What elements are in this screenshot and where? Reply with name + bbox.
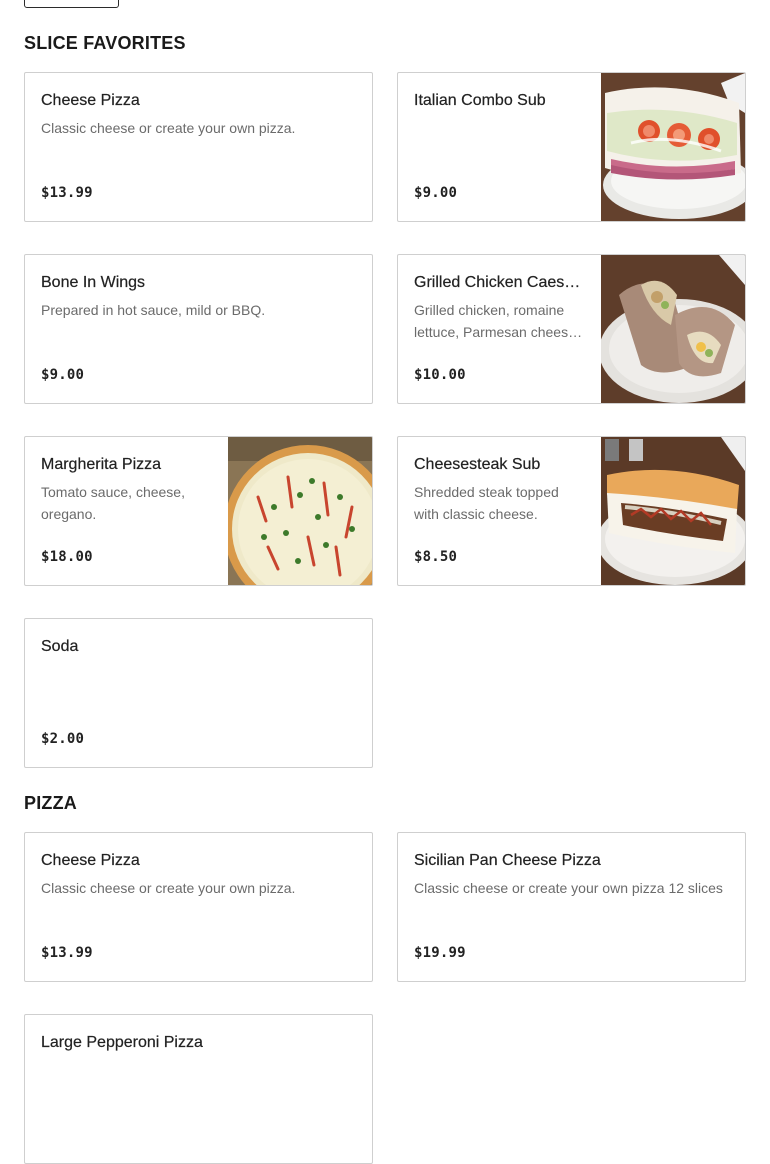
menu-item-description: Classic cheese or create your own pizza.	[41, 880, 296, 896]
menu-item-price: $13.99	[41, 185, 93, 201]
menu-item-description: Shredded steak topped with classic chees…	[414, 484, 559, 522]
margherita-pizza-photo	[228, 437, 372, 585]
menu-item-price: $2.00	[41, 731, 85, 747]
menu-item-card[interactable]: Cheesesteak Sub Shredded steak topped wi…	[397, 436, 746, 586]
menu-item-card[interactable]: Bone In Wings Prepared in hot sauce, mil…	[24, 254, 373, 404]
menu-item-description: Tomato sauce, cheese, oregano.	[41, 484, 185, 522]
menu-item-name: Cheesesteak Sub	[414, 456, 541, 473]
menu-item-card[interactable]: Grilled Chicken Caesar Wrap Grilled chic…	[397, 254, 746, 404]
menu-item-price: $8.50	[414, 549, 458, 565]
menu-item-name: Margherita Pizza	[41, 456, 162, 473]
menu-item-name: Sicilian Pan Cheese Pizza	[414, 852, 601, 869]
section-title-slice-favorites: SLICE FAVORITES	[24, 33, 186, 53]
menu-item-description: Grilled chicken, romaine lettuce, Parmes…	[414, 302, 580, 340]
menu-item-price: $18.00	[41, 549, 93, 565]
menu-item-name: Cheese Pizza	[41, 92, 140, 109]
top-tab-button[interactable]	[24, 0, 119, 8]
menu-item-price: $9.00	[414, 185, 458, 201]
menu-item-price: $19.99	[414, 945, 466, 961]
menu-item-name: Italian Combo Sub	[414, 92, 546, 109]
menu-item-name: Grilled Chicken Caesar Wrap	[414, 274, 585, 291]
menu-item-card[interactable]: Large Pepperoni Pizza	[24, 1014, 373, 1164]
italian-combo-sub-photo	[601, 73, 745, 221]
pizza-grid: Cheese Pizza Classic cheese or create yo…	[24, 832, 746, 1164]
menu-item-name: Bone In Wings	[41, 274, 146, 291]
menu-item-card[interactable]: Sicilian Pan Cheese Pizza Classic cheese…	[397, 832, 746, 982]
menu-item-card[interactable]: Soda $2.00	[24, 618, 373, 768]
slice-favorites-grid: Cheese Pizza Classic cheese or create yo…	[24, 72, 746, 768]
menu-item-card[interactable]: Cheese Pizza Classic cheese or create yo…	[24, 832, 373, 982]
menu-item-price: $13.99	[41, 945, 93, 961]
menu-item-name: Soda	[41, 638, 79, 655]
menu-item-description: Classic cheese or create your own pizza.	[41, 120, 296, 136]
menu-item-price: $10.00	[414, 367, 466, 383]
menu-item-name: Large Pepperoni Pizza	[41, 1034, 203, 1051]
menu-item-price: $9.00	[41, 367, 85, 383]
section-title-pizza: PIZZA	[24, 793, 77, 813]
menu-item-card[interactable]: Margherita Pizza Tomato sauce, cheese, o…	[24, 436, 373, 586]
menu-item-card[interactable]: Italian Combo Sub $9.00	[397, 72, 746, 222]
menu-item-description: Prepared in hot sauce, mild or BBQ.	[41, 302, 266, 318]
cheesesteak-sub-photo	[601, 437, 745, 585]
grilled-chicken-caesar-wrap-photo	[601, 255, 745, 403]
menu-item-card[interactable]: Cheese Pizza Classic cheese or create yo…	[24, 72, 373, 222]
menu-item-name: Cheese Pizza	[41, 852, 140, 869]
menu-item-description: Classic cheese or create your own pizza …	[414, 880, 723, 896]
